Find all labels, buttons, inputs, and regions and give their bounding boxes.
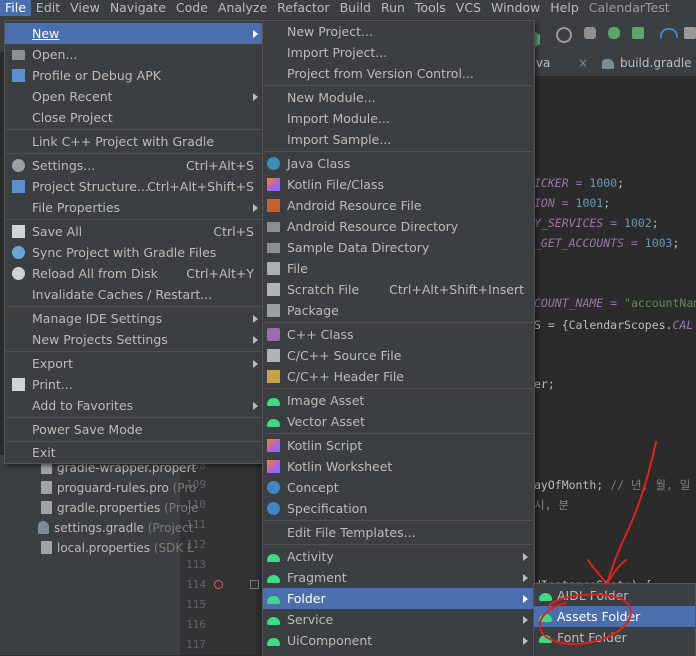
red-annotation-circle-and-arrow <box>538 441 657 645</box>
